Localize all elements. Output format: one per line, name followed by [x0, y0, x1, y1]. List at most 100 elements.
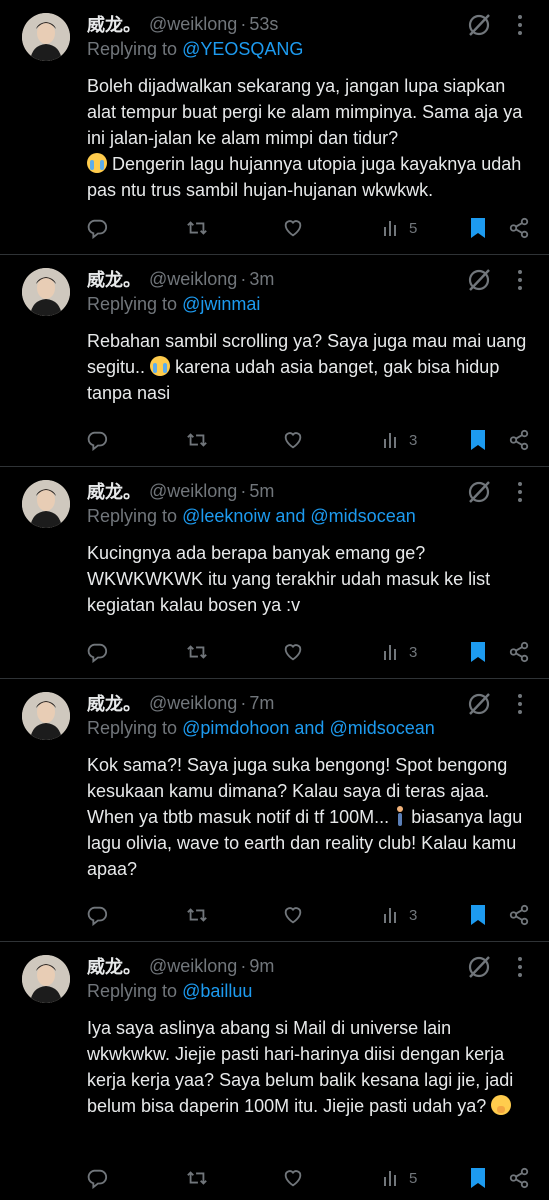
- reply-button[interactable]: [86, 900, 108, 930]
- timestamp[interactable]: 9m: [249, 956, 274, 977]
- avatar[interactable]: [22, 955, 70, 1003]
- grok-icon[interactable]: [466, 12, 492, 38]
- share-button[interactable]: [508, 425, 530, 455]
- replying-to-link[interactable]: @bailluu: [182, 981, 252, 1001]
- replying-to-label: Replying to: [87, 294, 183, 314]
- retweet-button[interactable]: [185, 213, 209, 243]
- loudly-crying-face-icon: [150, 356, 171, 376]
- replying-to-link[interactable]: @leeknoiw and @midsocean: [182, 506, 416, 526]
- user-handle[interactable]: @weiklong: [149, 481, 237, 502]
- heart-icon: [284, 907, 302, 924]
- avatar[interactable]: [22, 480, 70, 528]
- grok-icon[interactable]: [466, 267, 492, 293]
- timestamp[interactable]: 7m: [249, 693, 274, 714]
- user-handle[interactable]: @weiklong: [149, 956, 237, 977]
- views-button[interactable]: 5: [382, 213, 417, 243]
- bookmark-icon: [471, 1168, 485, 1188]
- tweet-text-part: Iya saya aslinya abang si Mail di univer…: [87, 1018, 514, 1116]
- reply-button[interactable]: [86, 1163, 108, 1193]
- face-with-hand-over-mouth-icon: [491, 1095, 512, 1115]
- bookmark-button[interactable]: [469, 213, 487, 243]
- bookmark-button[interactable]: [469, 637, 487, 667]
- display-name[interactable]: 威龙。: [87, 690, 141, 716]
- tweet[interactable]: 威龙。 @weiklong · 53s Replying to @YEOSQAN…: [0, 0, 549, 255]
- views-button[interactable]: 5: [382, 1163, 417, 1193]
- reply-icon: [87, 219, 108, 239]
- bookmark-icon: [471, 905, 485, 925]
- views-count: 5: [409, 1169, 418, 1187]
- avatar-image: [22, 268, 70, 316]
- retweet-button[interactable]: [185, 637, 209, 667]
- grok-icon[interactable]: [466, 954, 492, 980]
- tweet-text: Boleh dijadwalkan sekarang ya, jangan lu…: [87, 73, 537, 203]
- avatar[interactable]: [22, 268, 70, 316]
- replying-to-link[interactable]: @YEOSQANG: [182, 39, 303, 59]
- views-count: 3: [409, 906, 418, 924]
- loudly-crying-face-icon: [87, 153, 107, 173]
- display-name[interactable]: 威龙。: [87, 266, 141, 292]
- tweet[interactable]: 威龙。 @weiklong · 7m Replying to @pimdohoo…: [0, 679, 549, 942]
- reply-button[interactable]: [86, 637, 108, 667]
- display-name[interactable]: 威龙。: [87, 11, 141, 37]
- bookmark-button[interactable]: [469, 900, 487, 930]
- more-icon[interactable]: [510, 954, 530, 980]
- reply-button[interactable]: [86, 213, 108, 243]
- share-icon: [509, 217, 529, 239]
- views-button[interactable]: 3: [382, 637, 417, 667]
- like-button[interactable]: [282, 637, 304, 667]
- more-icon[interactable]: [510, 691, 530, 717]
- avatar-image: [22, 13, 70, 61]
- display-name[interactable]: 威龙。: [87, 953, 141, 979]
- separator-dot: ·: [240, 268, 247, 289]
- user-handle[interactable]: @weiklong: [149, 693, 237, 714]
- replying-to-link[interactable]: @jwinmai: [182, 294, 260, 314]
- bookmark-icon: [471, 430, 485, 450]
- more-icon[interactable]: [510, 479, 530, 505]
- like-button[interactable]: [282, 900, 304, 930]
- timestamp[interactable]: 3m: [249, 269, 274, 290]
- replying-to: Replying to @YEOSQANG: [87, 39, 537, 63]
- reply-button[interactable]: [86, 425, 108, 455]
- share-button[interactable]: [508, 1163, 530, 1193]
- retweet-icon: [187, 433, 207, 447]
- heart-icon: [284, 1170, 302, 1187]
- replying-to-label: Replying to: [87, 506, 183, 526]
- reply-icon: [87, 431, 108, 451]
- retweet-button[interactable]: [185, 900, 209, 930]
- tweet[interactable]: 威龙。 @weiklong · 9m Replying to @bailluu …: [0, 942, 549, 1200]
- bookmark-button[interactable]: [469, 1163, 487, 1193]
- tweet-text-part: karena udah asia banget, gak bisa hidup …: [87, 357, 500, 403]
- bookmark-button[interactable]: [469, 425, 487, 455]
- avatar[interactable]: [22, 692, 70, 740]
- replying-to-label: Replying to: [87, 39, 183, 59]
- grok-icon[interactable]: [466, 479, 492, 505]
- replying-to-link[interactable]: @pimdohoon and @midsocean: [182, 718, 435, 738]
- like-button[interactable]: [282, 1163, 304, 1193]
- views-icon: [384, 433, 396, 448]
- views-icon: [384, 1171, 396, 1186]
- share-button[interactable]: [508, 213, 530, 243]
- views-button[interactable]: 3: [382, 900, 417, 930]
- tweet-text-part: Dengerin lagu hujannya utopia juga kayak…: [87, 154, 522, 200]
- user-handle[interactable]: @weiklong: [149, 269, 237, 290]
- avatar[interactable]: [22, 13, 70, 61]
- views-count: 3: [409, 643, 418, 661]
- like-button[interactable]: [282, 425, 304, 455]
- separator-dot: ·: [240, 13, 247, 34]
- more-icon[interactable]: [510, 267, 530, 293]
- share-button[interactable]: [508, 900, 530, 930]
- grok-icon[interactable]: [466, 691, 492, 717]
- more-icon[interactable]: [510, 12, 530, 38]
- tweet-text-part: Kucingnya ada berapa banyak emang ge? WK…: [87, 543, 491, 615]
- like-button[interactable]: [282, 213, 304, 243]
- retweet-button[interactable]: [185, 1163, 209, 1193]
- tweet[interactable]: 威龙。 @weiklong · 3m Replying to @jwinmai …: [0, 255, 549, 467]
- views-button[interactable]: 3: [382, 425, 417, 455]
- timestamp[interactable]: 53s: [249, 14, 278, 35]
- display-name[interactable]: 威龙。: [87, 478, 141, 504]
- share-button[interactable]: [508, 637, 530, 667]
- retweet-button[interactable]: [185, 425, 209, 455]
- tweet[interactable]: 威龙。 @weiklong · 5m Replying to @leeknoiw…: [0, 467, 549, 679]
- timestamp[interactable]: 5m: [249, 481, 274, 502]
- user-handle[interactable]: @weiklong: [149, 14, 237, 35]
